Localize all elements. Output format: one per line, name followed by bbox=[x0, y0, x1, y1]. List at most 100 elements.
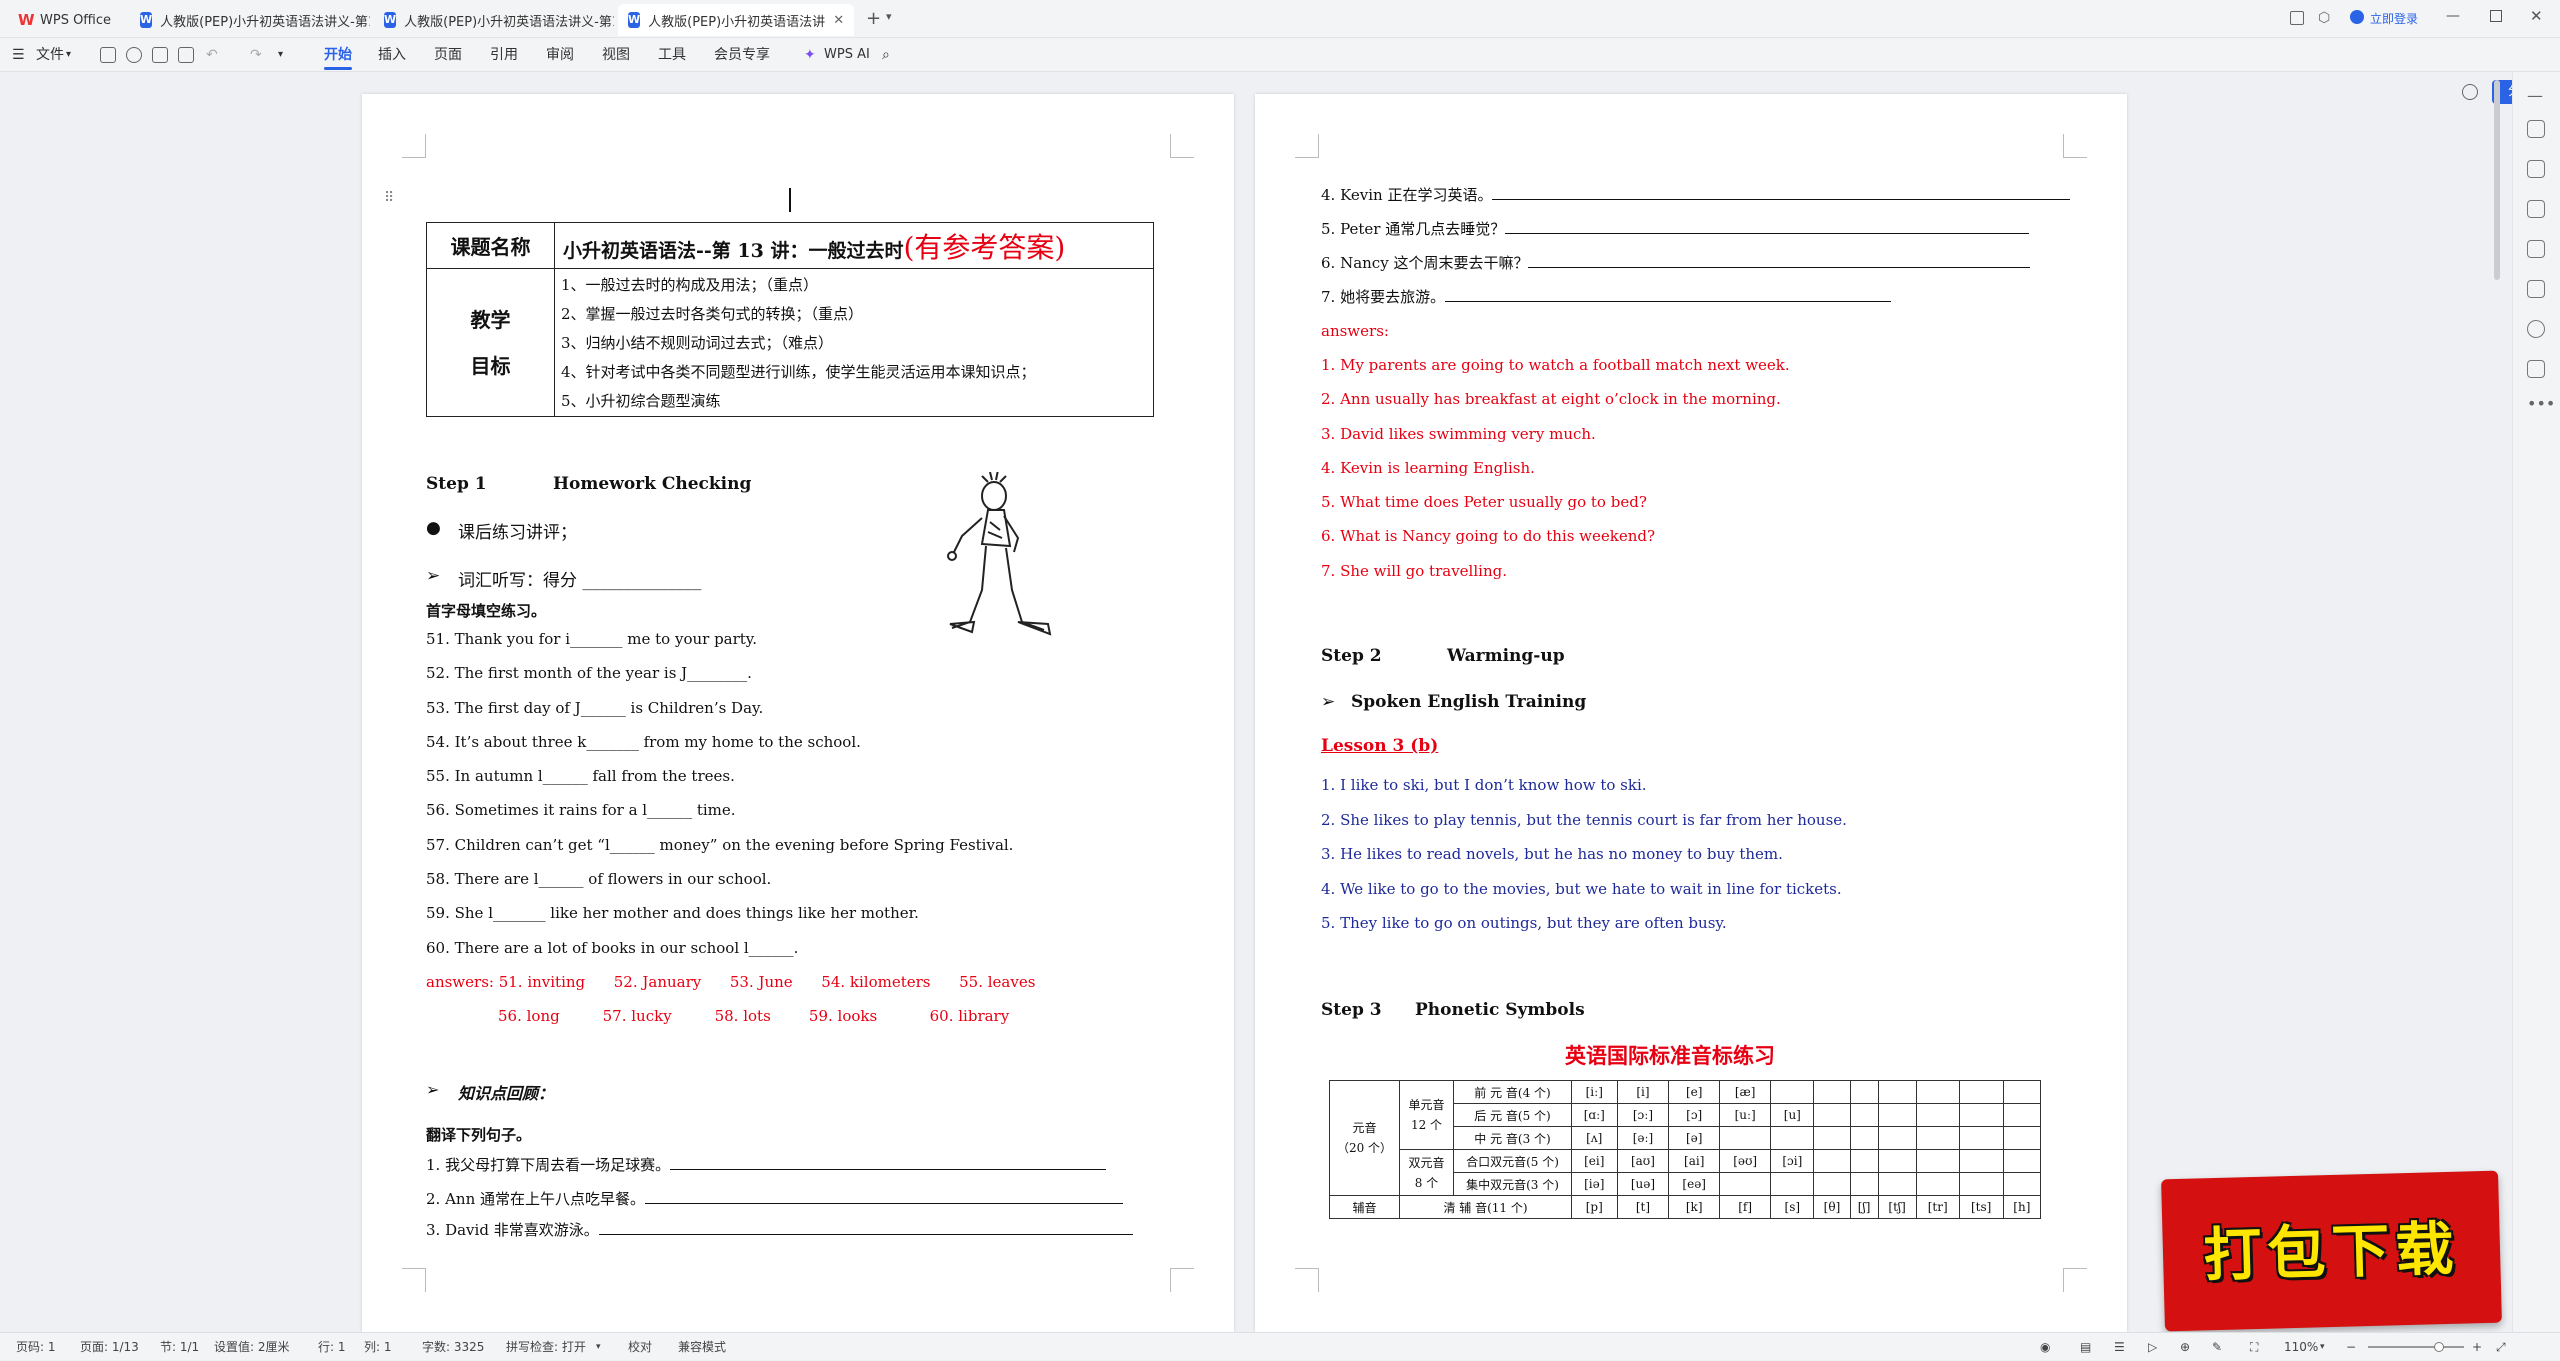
mono-cell: 单元音 12 个 bbox=[1399, 1080, 1454, 1150]
tab-document-1[interactable]: W 人教版(PEP)小升初英语语法讲义-第1 bbox=[130, 4, 370, 36]
arrow-bullet-icon: ➢ bbox=[426, 566, 441, 586]
translate-text: 2. Ann 通常在上午八点吃早餐。 bbox=[426, 1190, 646, 1208]
minimize-icon[interactable]: — bbox=[2446, 8, 2460, 24]
play-icon[interactable]: ▷ bbox=[2148, 1333, 2157, 1361]
cube-icon[interactable]: ⬡ bbox=[2318, 10, 2330, 26]
ipa-symbol: [ɔi] bbox=[1770, 1149, 1815, 1173]
eye-icon[interactable]: ◉ bbox=[2040, 1333, 2050, 1361]
tools-icon[interactable] bbox=[2527, 280, 2545, 298]
zoom-level[interactable]: 110% bbox=[2284, 1333, 2318, 1361]
search-icon[interactable]: ⌕ bbox=[882, 38, 890, 72]
zoom-slider-handle[interactable] bbox=[2434, 1342, 2444, 1352]
tab-document-2[interactable]: W 人教版(PEP)小升初英语语法讲义-第1 bbox=[374, 4, 614, 36]
print-icon[interactable] bbox=[152, 47, 168, 63]
edit-icon[interactable] bbox=[2527, 120, 2545, 138]
tab-view[interactable]: 视图 bbox=[602, 38, 630, 72]
settings-icon[interactable] bbox=[2527, 200, 2545, 218]
translate-item: 3. David 非常喜欢游泳。 bbox=[426, 1219, 1133, 1240]
status-page[interactable]: 页码: 1 bbox=[16, 1333, 56, 1361]
select-icon[interactable] bbox=[2527, 160, 2545, 178]
banner-text: 打包下载 bbox=[2202, 1214, 2461, 1290]
answer-line[interactable] bbox=[1505, 220, 2030, 234]
chevron-down-icon[interactable]: ▾ bbox=[66, 38, 71, 72]
wps-ai-button[interactable]: WPS AI bbox=[824, 38, 870, 72]
status-section: 节: 1/1 bbox=[160, 1340, 200, 1354]
status-spell[interactable]: 拼写检查: 打开 bbox=[506, 1333, 586, 1361]
mid-label: 中 元 音(3 个) bbox=[1453, 1126, 1572, 1150]
word-doc-icon: W bbox=[628, 12, 641, 28]
page-view-icon[interactable]: ▤ bbox=[2080, 1333, 2091, 1361]
cloud-icon[interactable] bbox=[2462, 84, 2478, 100]
ipa-symbol: [ɔː] bbox=[1616, 1103, 1670, 1127]
answer-line[interactable] bbox=[1445, 288, 1892, 302]
hamburger-icon[interactable]: ☰ bbox=[12, 38, 25, 72]
file-menu[interactable]: 文件 bbox=[36, 38, 64, 72]
redo-icon[interactable]: ↷ bbox=[250, 38, 262, 72]
tab-references[interactable]: 引用 bbox=[490, 38, 518, 72]
answer-line[interactable] bbox=[1528, 254, 2031, 268]
step1-label: Step 1 bbox=[426, 474, 487, 494]
ipa-symbol: [tr] bbox=[1915, 1195, 1960, 1219]
undo-icon[interactable]: ↶ bbox=[206, 38, 218, 72]
tab-member[interactable]: 会员专享 bbox=[714, 38, 770, 72]
tab-tools[interactable]: 工具 bbox=[658, 38, 686, 72]
vertical-scrollbar[interactable] bbox=[2494, 80, 2500, 280]
minimize-panel-icon[interactable]: — bbox=[2527, 86, 2543, 105]
preview-icon[interactable] bbox=[178, 47, 194, 63]
zoom-in-icon[interactable]: + bbox=[2472, 1333, 2482, 1361]
export-icon[interactable] bbox=[126, 47, 142, 63]
objectives-list: 1、一般过去时的构成及用法；（重点） 2、掌握一般过去时各类句式的转换；（重点）… bbox=[554, 268, 1154, 417]
status-words[interactable]: 字数: 3325 bbox=[422, 1333, 484, 1361]
chevron-down-icon[interactable]: ▾ bbox=[278, 38, 283, 72]
ipa-cell bbox=[1770, 1126, 1815, 1150]
new-tab-icon[interactable]: + bbox=[866, 8, 881, 29]
answer-line[interactable] bbox=[598, 1221, 1133, 1235]
close-window-icon[interactable]: ✕ bbox=[2530, 7, 2543, 25]
close-icon[interactable]: ✕ bbox=[833, 13, 844, 28]
crop-mark bbox=[402, 1268, 426, 1292]
objective-item: 3、归纳小结不规则动词过去式；（难点） bbox=[561, 334, 834, 352]
window-icon[interactable] bbox=[2290, 11, 2304, 25]
tab-page[interactable]: 页面 bbox=[434, 38, 462, 72]
status-pages[interactable]: 页面: 1/13 bbox=[80, 1333, 139, 1361]
tab-home[interactable]: 开始 bbox=[324, 38, 352, 72]
login-link[interactable]: 立即登录 bbox=[2370, 10, 2418, 27]
tab-wps-office[interactable]: W WPS Office bbox=[8, 4, 128, 36]
ipa-cell bbox=[1849, 1172, 1879, 1196]
cartoon-figure-image bbox=[947, 472, 1052, 636]
ipa-cell bbox=[1958, 1126, 2004, 1150]
wps-ai-icon[interactable]: ✦ bbox=[804, 38, 816, 72]
voiceless-label: 清 辅 音(11 个) bbox=[1399, 1195, 1572, 1219]
more-icon[interactable]: ••• bbox=[2527, 394, 2555, 413]
ipa-cell bbox=[1877, 1126, 1917, 1150]
arrow-bullet-icon: ➢ bbox=[426, 1080, 440, 1099]
zoom-slider[interactable] bbox=[2368, 1346, 2464, 1348]
download-banner[interactable]: 打包下载 bbox=[2161, 1170, 2502, 1332]
chevron-down-icon[interactable]: ▾ bbox=[596, 1333, 601, 1361]
avatar[interactable] bbox=[2350, 10, 2364, 24]
tab-review[interactable]: 审阅 bbox=[546, 38, 574, 72]
tab-document-3-active[interactable]: W 人教版(PEP)小升初英语语法讲 ✕ bbox=[618, 4, 854, 36]
answer-line[interactable] bbox=[645, 1190, 1124, 1204]
chevron-down-icon[interactable]: ▾ bbox=[2320, 1333, 2325, 1361]
fit-icon[interactable]: ⛶ bbox=[2250, 1333, 2258, 1361]
pen-icon[interactable]: ✎ bbox=[2212, 1333, 2222, 1361]
tab-insert[interactable]: 插入 bbox=[378, 38, 406, 72]
drag-handle-icon[interactable]: ⠿ bbox=[384, 190, 394, 206]
outline-view-icon[interactable]: ☰ bbox=[2114, 1333, 2125, 1361]
save-icon[interactable] bbox=[100, 47, 116, 63]
fullscreen-icon[interactable]: ⤢ bbox=[2496, 1333, 2506, 1361]
web-view-icon[interactable]: ⊕ bbox=[2180, 1333, 2190, 1361]
restore-icon[interactable] bbox=[2490, 10, 2502, 22]
objective-item: 2、掌握一般过去时各类句式的转换；（重点） bbox=[561, 305, 864, 323]
answer-line[interactable] bbox=[670, 1156, 1107, 1170]
help-icon[interactable] bbox=[2527, 320, 2545, 338]
status-proof[interactable]: 校对 bbox=[628, 1333, 652, 1361]
chevron-down-icon[interactable]: ▾ bbox=[886, 10, 892, 23]
tab-label: 人教版(PEP)小升初英语语法讲 bbox=[648, 14, 826, 30]
vowel-count: （20 个） bbox=[1336, 1141, 1393, 1155]
answer-line[interactable] bbox=[1492, 186, 2071, 200]
style-icon[interactable] bbox=[2527, 240, 2545, 258]
shirt-icon[interactable] bbox=[2527, 360, 2545, 378]
zoom-out-icon[interactable]: − bbox=[2346, 1333, 2356, 1361]
